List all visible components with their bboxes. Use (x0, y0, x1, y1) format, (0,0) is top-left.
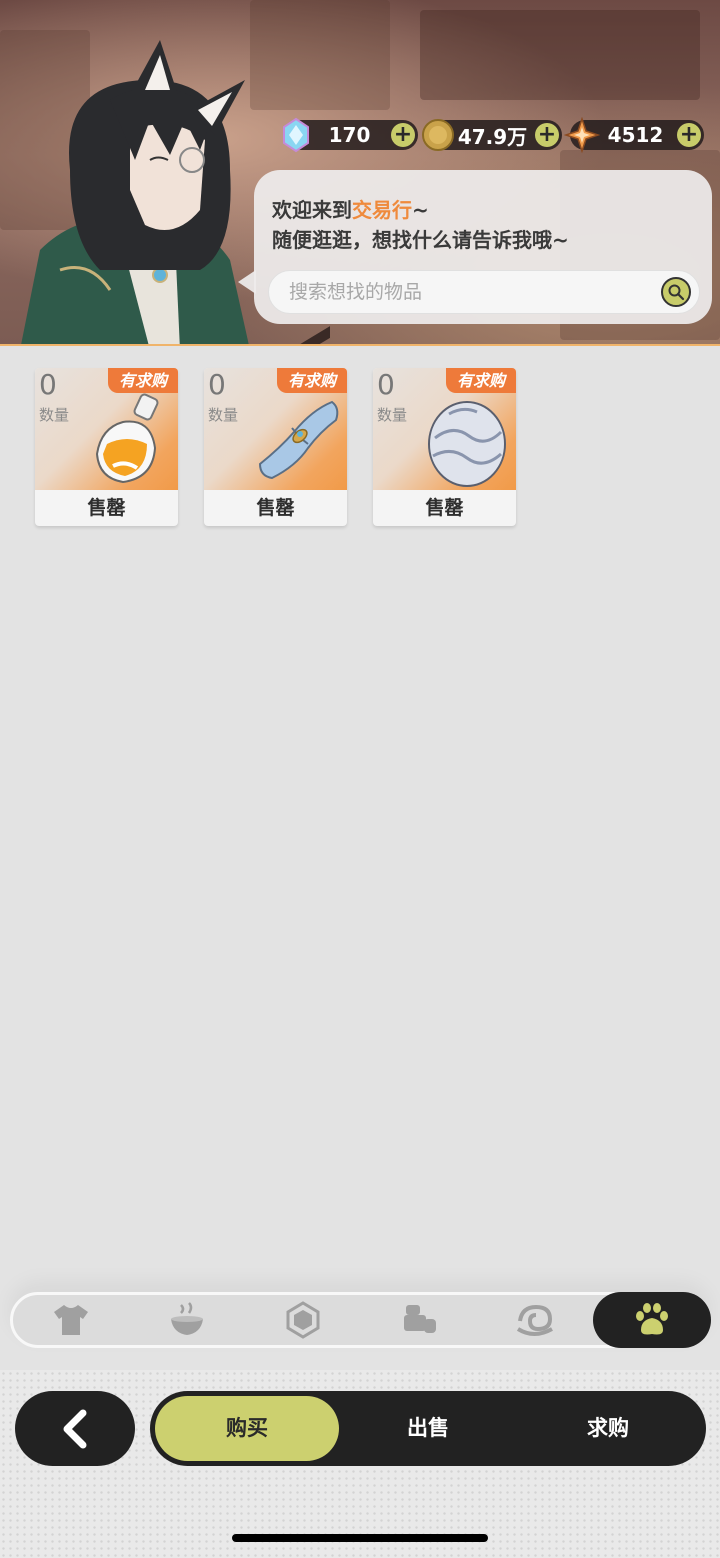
category-tab-bar (10, 1292, 711, 1348)
tab-pets[interactable] (593, 1292, 711, 1348)
trade-mode-tabs: 购买 出售 求购 (150, 1391, 706, 1466)
food-bowl-icon (171, 1302, 203, 1335)
gold-coin-icon (422, 119, 454, 151)
add-gold-button[interactable]: + (535, 123, 559, 147)
sold-out-label: 售罄 (425, 497, 464, 519)
crystal-icon (283, 117, 309, 153)
greeting-line-1: 欢迎来到交易行~ (272, 194, 429, 223)
scroll-icon (258, 400, 339, 480)
add-crystal-button[interactable]: + (391, 123, 415, 147)
add-star-gem-button[interactable]: + (677, 123, 701, 147)
currency-gold[interactable]: 47.9万 + (422, 119, 562, 151)
shirt-icon (54, 1305, 88, 1335)
tab-special[interactable] (477, 1298, 593, 1342)
home-indicator[interactable] (232, 1534, 488, 1542)
chevron-left-icon (63, 1409, 87, 1448)
item-quantity: 0 (377, 368, 395, 401)
search-input[interactable] (289, 271, 649, 313)
item-card[interactable]: 0 数量 有求购 售罄 (373, 368, 516, 526)
furniture-icon (404, 1305, 436, 1333)
quantity-label: 数量 (39, 406, 70, 424)
greeting-line-2: 随便逛逛，想找什么请告诉我哦~ (272, 228, 569, 252)
wanted-badge: 有求购 (446, 368, 516, 393)
tab-sell[interactable]: 出售 (336, 1396, 520, 1461)
item-quantity: 0 (208, 368, 226, 401)
sold-out-label: 售罄 (87, 497, 126, 519)
tab-food[interactable] (129, 1298, 245, 1342)
item-card[interactable]: 0 数量 有求购 售罄 (204, 368, 347, 526)
tab-clothing[interactable] (13, 1298, 129, 1342)
item-quantity: 0 (39, 368, 57, 401)
greeting-highlight: 交易行 (352, 198, 412, 222)
egg-icon (428, 401, 506, 487)
currency-crystal[interactable]: 170 + (283, 117, 418, 153)
search-box[interactable] (268, 270, 700, 314)
greeting-suffix: ~ (412, 198, 429, 222)
potion-bottle-icon (95, 393, 159, 484)
wanted-badge: 有求购 (108, 368, 178, 393)
swirl-icon (516, 1304, 553, 1336)
quantity-label: 数量 (377, 406, 408, 424)
sold-out-label: 售罄 (256, 497, 295, 519)
wanted-badge: 有求购 (277, 368, 347, 393)
gem-icon (286, 1301, 320, 1339)
tab-wanted[interactable]: 求购 (516, 1396, 700, 1461)
tab-buy[interactable]: 购买 (155, 1396, 339, 1461)
search-button[interactable] (661, 277, 691, 307)
back-button[interactable] (15, 1391, 135, 1466)
star-gem-icon (564, 117, 600, 153)
item-card[interactable]: 0 数量 有求购 售罄 (35, 368, 178, 526)
tab-furniture[interactable] (361, 1298, 477, 1342)
header-divider (0, 344, 720, 346)
quantity-label: 数量 (208, 406, 239, 424)
paw-icon (636, 1303, 668, 1335)
greeting-bubble: 欢迎来到交易行~ 随便逛逛，想找什么请告诉我哦~ (254, 170, 712, 324)
currency-star-gem[interactable]: 4512 + (564, 117, 704, 153)
greeting-prefix: 欢迎来到 (272, 198, 352, 222)
search-icon (668, 284, 685, 301)
tab-materials[interactable] (245, 1298, 361, 1342)
